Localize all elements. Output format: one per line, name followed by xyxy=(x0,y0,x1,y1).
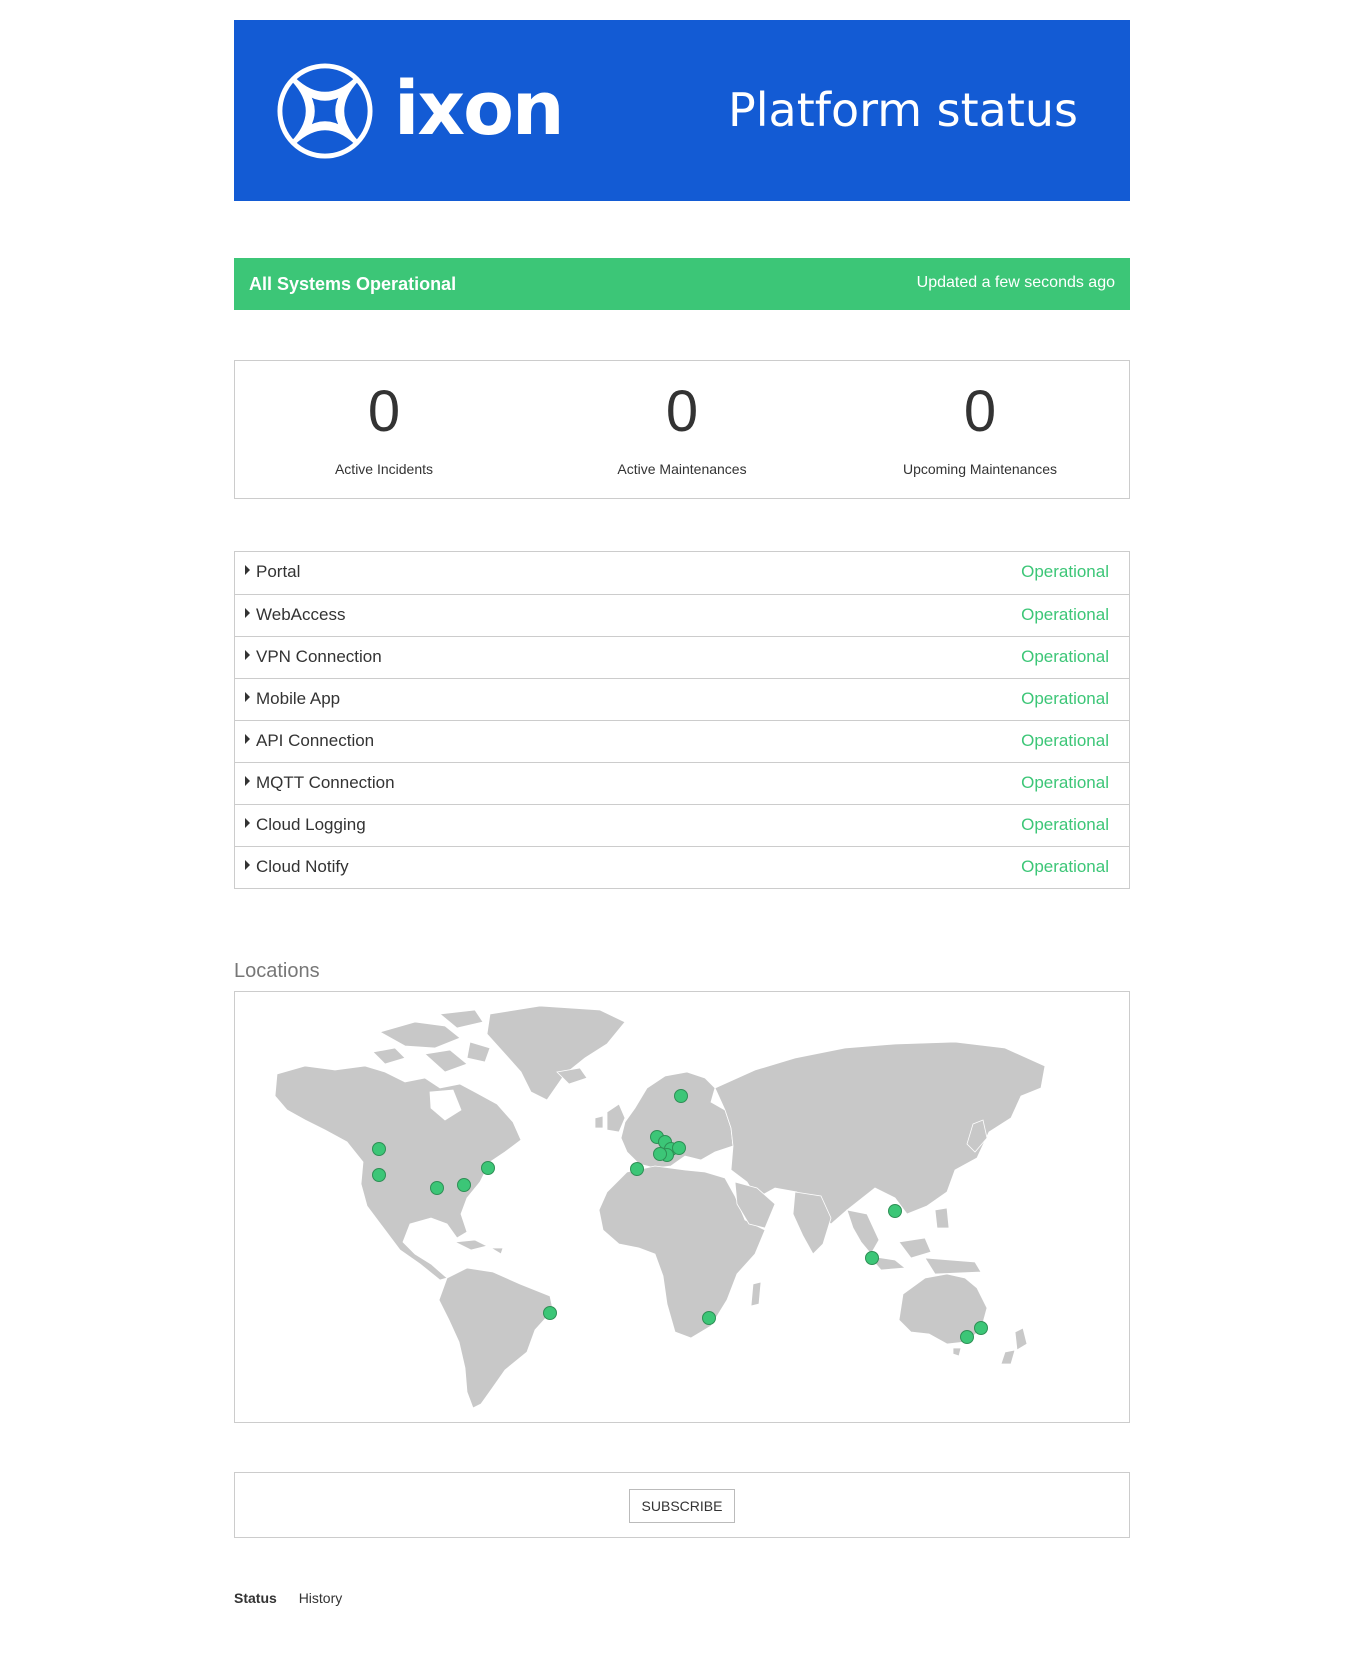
component-name: Portal xyxy=(256,562,301,581)
component-name: VPN Connection xyxy=(256,647,382,666)
caret-right-icon xyxy=(245,608,250,618)
counters-panel: 0 Active Incidents 0 Active Maintenances… xyxy=(234,360,1130,499)
location-marker[interactable] xyxy=(481,1161,495,1175)
caret-right-icon xyxy=(245,650,250,660)
header-banner: ixon Platform status xyxy=(234,20,1130,201)
component-status: Operational xyxy=(1021,857,1109,876)
component-status: Operational xyxy=(1021,731,1109,750)
location-marker[interactable] xyxy=(543,1306,557,1320)
component-name: Cloud Logging xyxy=(256,815,366,834)
location-marker[interactable] xyxy=(960,1330,974,1344)
location-marker[interactable] xyxy=(865,1251,879,1265)
status-banner: All Systems Operational Updated a few se… xyxy=(234,258,1130,310)
locations-map xyxy=(234,991,1130,1423)
caret-right-icon xyxy=(245,692,250,702)
component-status: Operational xyxy=(1021,562,1109,581)
counter-value: 0 xyxy=(367,379,401,444)
updated-timestamp: Updated a few seconds ago xyxy=(916,274,1115,291)
page-title: Platform status xyxy=(728,83,1078,137)
subscribe-panel: SUBSCRIBE xyxy=(234,1472,1130,1538)
ixon-logo-icon xyxy=(277,63,373,159)
map-land xyxy=(274,1005,1046,1409)
caret-right-icon xyxy=(245,734,250,744)
location-marker[interactable] xyxy=(974,1321,988,1335)
location-marker[interactable] xyxy=(372,1142,386,1156)
counter-label: Active Maintenances xyxy=(617,461,747,477)
footer-nav: Status History xyxy=(234,1590,360,1606)
location-marker[interactable] xyxy=(888,1204,902,1218)
component-name: Mobile App xyxy=(256,689,341,708)
component-status: Operational xyxy=(1021,647,1109,666)
component-status: Operational xyxy=(1021,815,1109,834)
caret-right-icon xyxy=(245,818,250,828)
component-status: Operational xyxy=(1021,689,1109,708)
component-name: MQTT Connection xyxy=(256,773,395,792)
component-row-mqtt-connection[interactable]: MQTT Connection Operational xyxy=(235,762,1129,804)
footer-link-status[interactable]: Status xyxy=(234,1590,277,1606)
components-list: Portal Operational WebAccess Operational… xyxy=(234,551,1130,889)
location-marker[interactable] xyxy=(702,1311,716,1325)
component-row-api-connection[interactable]: API Connection Operational xyxy=(235,720,1129,762)
component-row-mobile-app[interactable]: Mobile App Operational xyxy=(235,678,1129,720)
component-row-webaccess[interactable]: WebAccess Operational xyxy=(235,594,1129,636)
location-marker[interactable] xyxy=(653,1147,667,1161)
location-marker[interactable] xyxy=(430,1181,444,1195)
locations-title: Locations xyxy=(234,960,320,982)
counter-active-maintenances: 0 Active Maintenances xyxy=(533,379,831,478)
location-marker[interactable] xyxy=(674,1089,688,1103)
component-status: Operational xyxy=(1021,605,1109,624)
counter-label: Upcoming Maintenances xyxy=(902,461,1058,477)
counter-label: Active Incidents xyxy=(334,461,434,477)
logo-text: ixon xyxy=(394,66,565,152)
subscribe-button[interactable]: SUBSCRIBE xyxy=(629,1489,735,1523)
counter-upcoming-maintenances: 0 Upcoming Maintenances xyxy=(831,379,1129,478)
component-name: Cloud Notify xyxy=(256,857,349,876)
location-marker[interactable] xyxy=(372,1168,386,1182)
component-row-cloud-notify[interactable]: Cloud Notify Operational xyxy=(235,846,1129,888)
footer-link-history[interactable]: History xyxy=(299,1590,343,1606)
component-row-cloud-logging[interactable]: Cloud Logging Operational xyxy=(235,804,1129,846)
counter-active-incidents: 0 Active Incidents xyxy=(235,379,533,478)
caret-right-icon xyxy=(245,565,250,575)
location-marker[interactable] xyxy=(672,1141,686,1155)
caret-right-icon xyxy=(245,860,250,870)
component-name: WebAccess xyxy=(256,605,346,624)
location-marker[interactable] xyxy=(457,1178,471,1192)
component-name: API Connection xyxy=(256,731,375,750)
caret-right-icon xyxy=(245,776,250,786)
world-map xyxy=(274,1005,1046,1409)
component-status: Operational xyxy=(1021,773,1109,792)
overall-status: All Systems Operational xyxy=(249,274,457,294)
location-marker[interactable] xyxy=(630,1162,644,1176)
counter-value: 0 xyxy=(963,379,997,444)
counter-value: 0 xyxy=(665,379,699,444)
component-row-vpn-connection[interactable]: VPN Connection Operational xyxy=(235,636,1129,678)
component-row-portal[interactable]: Portal Operational xyxy=(235,552,1129,594)
